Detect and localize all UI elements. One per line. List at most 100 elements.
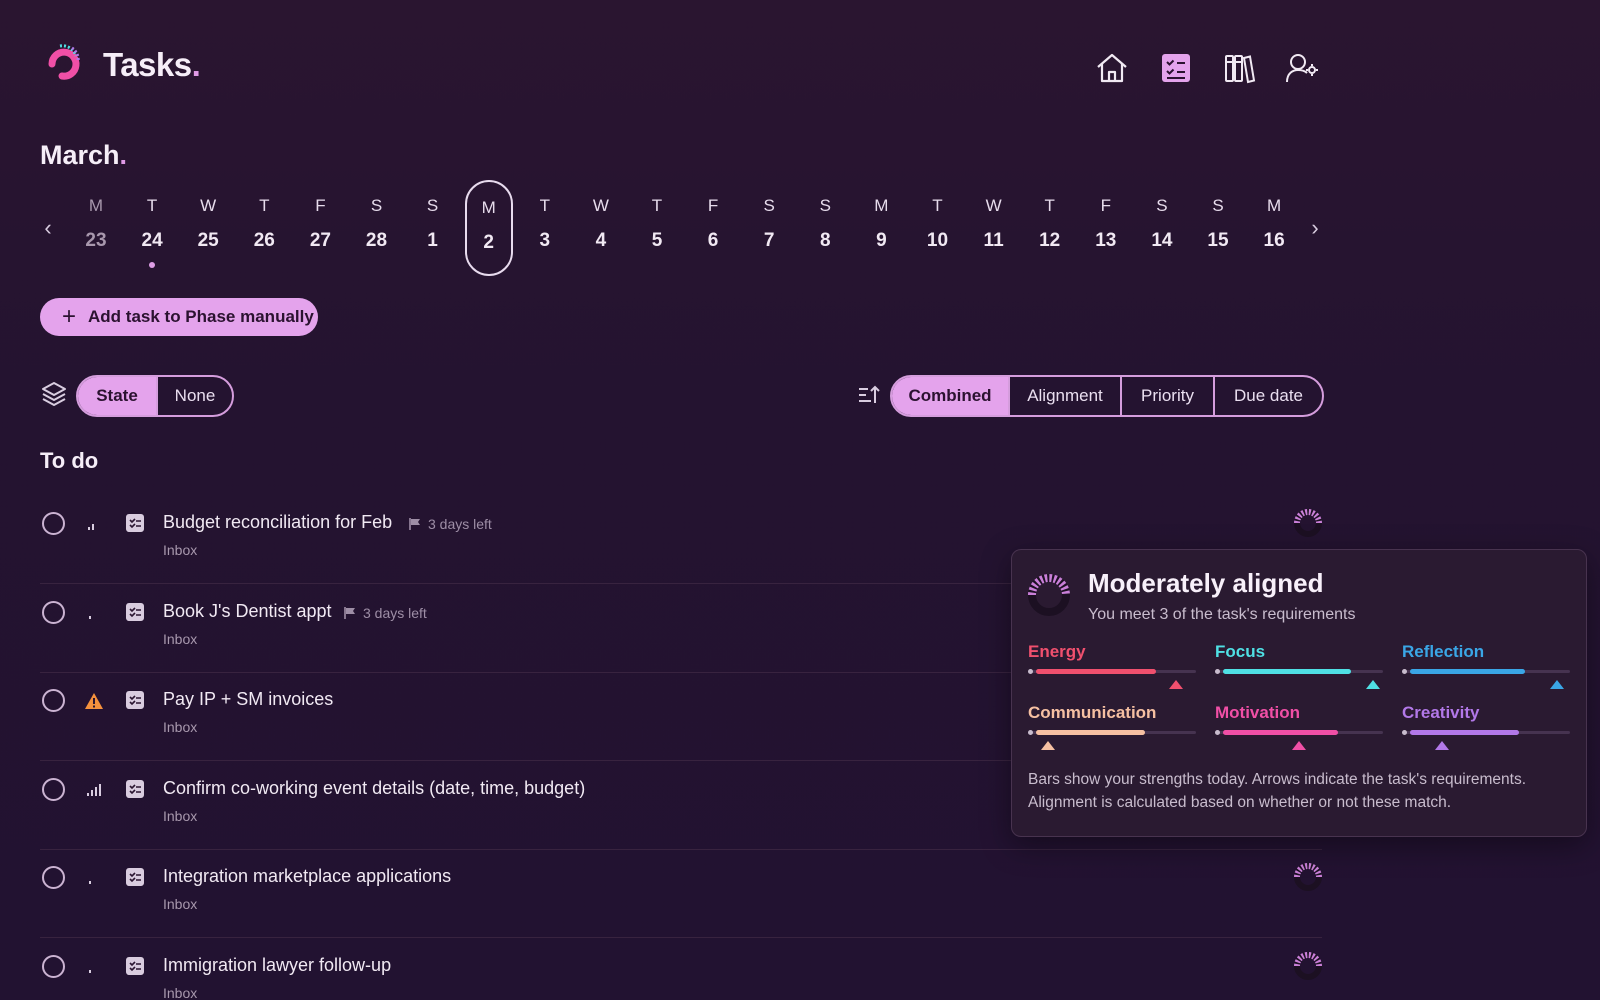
app-title: Tasks. <box>103 46 201 83</box>
sort-due-date-option[interactable]: Due date <box>1213 377 1322 415</box>
alignment-popover: Moderately aligned You meet 3 of the tas… <box>1011 549 1587 837</box>
calendar-day[interactable]: S 28 <box>353 180 401 276</box>
sort-icon[interactable] <box>857 384 881 406</box>
calendar-day[interactable]: M 23 <box>72 180 120 276</box>
calendar-day[interactable]: M2 <box>464 180 513 276</box>
priority-bars-icon <box>84 603 104 623</box>
day-number: 4 <box>595 230 607 251</box>
metric-creativity: Creativity <box>1402 703 1570 759</box>
task-row[interactable]: Integration marketplace applications Inbo… <box>40 850 1322 938</box>
task-type-icon <box>126 779 144 798</box>
flag-icon <box>344 606 355 619</box>
task-name[interactable]: Immigration lawyer follow-up <box>163 955 391 976</box>
metric-label: Creativity <box>1402 703 1480 722</box>
weekday-label: F <box>707 196 719 215</box>
day-number: 3 <box>539 230 551 251</box>
day-number: 16 <box>1263 230 1285 251</box>
task-due-label: 3 days left <box>363 604 427 621</box>
task-name[interactable]: Book J's Dentist appt <box>163 601 332 622</box>
day-number: 6 <box>707 230 719 251</box>
calendar-day[interactable]: S 15 <box>1194 180 1242 276</box>
day-number: 9 <box>876 230 887 251</box>
app-logo <box>46 42 82 92</box>
calendar-day[interactable]: F6 <box>689 180 737 276</box>
day-number: 7 <box>763 230 775 251</box>
task-type-icon <box>126 602 144 621</box>
calendar-day[interactable]: F 27 <box>296 180 344 276</box>
weekday-label: T <box>146 196 158 215</box>
task-name[interactable]: Integration marketplace applications <box>163 866 451 887</box>
calendar-day[interactable]: W4 <box>577 180 625 276</box>
calendar-day[interactable]: T 10 <box>914 180 962 276</box>
task-checkbox[interactable] <box>42 866 65 889</box>
task-project: Inbox <box>163 896 198 912</box>
alignment-ring-icon[interactable] <box>1293 951 1323 981</box>
task-type-icon <box>126 868 144 886</box>
metric-strength-bar <box>1410 669 1525 674</box>
weekday-label: S <box>1212 196 1224 215</box>
calendar-day[interactable]: W 11 <box>970 180 1018 276</box>
day-number: 5 <box>651 230 663 251</box>
alignment-ring-icon[interactable] <box>1293 508 1323 538</box>
metric-label: Communication <box>1028 703 1157 722</box>
day-number: 14 <box>1151 230 1173 251</box>
tasks-icon[interactable] <box>1156 48 1196 88</box>
task-name[interactable]: Confirm co-working event details (date, … <box>163 778 585 799</box>
task-name[interactable]: Budget reconciliation for Feb <box>163 512 392 533</box>
weekday-label: W <box>985 196 1002 215</box>
group-none-option[interactable]: None <box>156 377 232 415</box>
metric-start-dot <box>1402 669 1407 674</box>
weekday-label: T <box>539 196 550 215</box>
calendar-day[interactable]: S7 <box>745 180 793 276</box>
task-checkbox[interactable] <box>42 777 65 801</box>
sort-combined-option[interactable]: Combined <box>892 377 1008 415</box>
metric-requirement-arrow <box>1550 680 1564 689</box>
weekday-label: T <box>932 196 943 215</box>
calendar-day[interactable]: F 13 <box>1082 180 1130 276</box>
add-task-button[interactable]: + Add task to Phase manually <box>40 298 318 336</box>
calendar-day[interactable]: W 25 <box>184 180 232 276</box>
calendar-prev-icon[interactable]: ‹ <box>38 216 58 240</box>
metric-strength-bar <box>1410 730 1519 735</box>
day-number: 15 <box>1207 230 1229 251</box>
metric-label: Reflection <box>1402 642 1485 661</box>
calendar-next-icon[interactable]: › <box>1305 216 1325 240</box>
user-settings-icon[interactable] <box>1282 48 1322 88</box>
sort-alignment-option[interactable]: Alignment <box>1008 377 1120 415</box>
task-name[interactable]: Pay IP + SM invoices <box>163 689 333 710</box>
calendar-day[interactable]: T 24 <box>128 180 176 276</box>
calendar-day[interactable]: M 16 <box>1250 180 1298 276</box>
metric-communication: Communication <box>1028 703 1196 759</box>
sort-priority-option[interactable]: Priority <box>1120 377 1213 415</box>
weekday-label: M <box>88 196 104 215</box>
task-project: Inbox <box>163 630 198 647</box>
calendar-day[interactable]: M9 <box>857 180 905 276</box>
task-checkbox[interactable] <box>42 689 65 712</box>
weekday-label: S <box>819 196 831 215</box>
calendar-day[interactable]: S1 <box>409 180 457 276</box>
calendar-day[interactable]: T 12 <box>1026 180 1074 276</box>
group-state-option[interactable]: State <box>78 377 156 415</box>
library-icon[interactable] <box>1219 48 1259 88</box>
weekday-label: T <box>1044 196 1055 215</box>
calendar-day[interactable]: S8 <box>801 180 849 276</box>
task-checkbox[interactable] <box>42 512 65 535</box>
metric-start-dot <box>1028 730 1033 735</box>
task-row[interactable]: Immigration lawyer follow-up Inbox <box>40 939 1322 1000</box>
metric-requirement-arrow <box>1041 741 1055 750</box>
calendar-day[interactable]: T 26 <box>240 180 288 276</box>
metric-requirement-arrow <box>1366 680 1380 689</box>
task-due-label: 3 days left <box>428 516 492 532</box>
task-checkbox[interactable] <box>42 600 65 624</box>
task-checkbox[interactable] <box>42 954 65 978</box>
metric-strength-bar <box>1036 730 1145 735</box>
calendar-day[interactable]: T3 <box>521 180 569 276</box>
task-marker-dot <box>149 262 156 268</box>
calendar-day[interactable]: S 14 <box>1138 180 1186 276</box>
layers-icon[interactable] <box>40 380 68 408</box>
priority-bars-icon <box>84 868 104 888</box>
calendar-day[interactable]: T5 <box>633 180 681 276</box>
alignment-ring-icon[interactable] <box>1293 862 1323 892</box>
home-icon[interactable] <box>1092 48 1132 88</box>
task-type-icon <box>126 691 144 709</box>
